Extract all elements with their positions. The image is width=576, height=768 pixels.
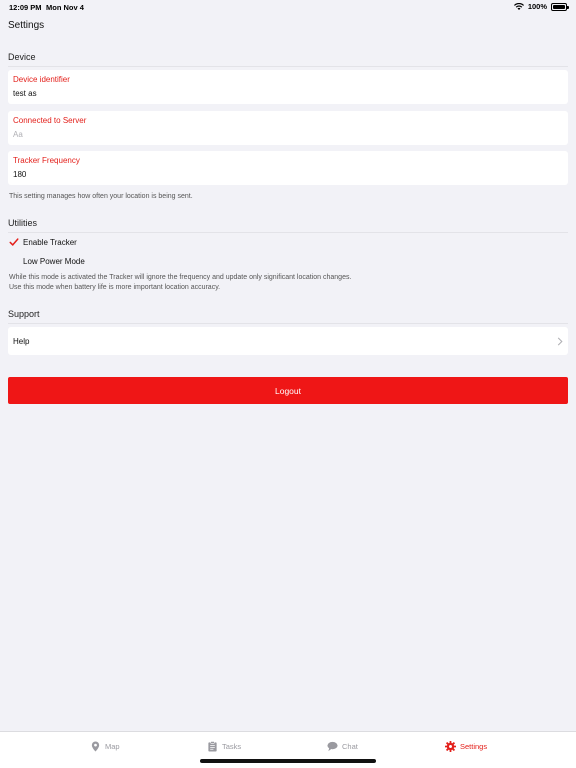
server-field[interactable]: Connected to Server [8, 111, 568, 145]
low-power-hint-line2: Use this mode when battery life is more … [9, 284, 221, 291]
section-header-support: Support [8, 309, 568, 324]
tab-settings-label: Settings [460, 742, 488, 751]
status-time: 12:09 PM [9, 3, 42, 12]
checkmark-icon [9, 238, 19, 246]
chevron-right-icon [557, 337, 563, 345]
tab-tasks[interactable]: Tasks [207, 741, 241, 752]
tab-map[interactable]: Map [90, 741, 120, 752]
help-row[interactable]: Help [8, 327, 568, 355]
low-power-hint: While this mode is activated the Tracker… [9, 273, 351, 293]
status-date: Mon Nov 4 [46, 3, 84, 12]
device-identifier-label: Device identifier [13, 75, 70, 84]
enable-tracker-row[interactable]: Enable Tracker [9, 237, 77, 247]
gear-icon [445, 741, 456, 752]
low-power-mode-row[interactable]: Low Power Mode [9, 256, 85, 266]
device-identifier-field[interactable]: Device identifier test as [8, 70, 568, 104]
page-title: Settings [8, 20, 45, 31]
tab-tasks-label: Tasks [222, 742, 242, 751]
tab-chat[interactable]: Chat [327, 741, 358, 752]
chat-bubble-icon [327, 741, 338, 752]
tracker-frequency-label: Tracker Frequency [13, 156, 80, 165]
wifi-icon [513, 2, 524, 10]
tab-settings[interactable]: Settings [445, 741, 487, 752]
server-input[interactable] [13, 130, 563, 139]
unchecked-placeholder [9, 256, 19, 266]
logout-button[interactable]: Logout [8, 377, 568, 404]
status-indicators: 100% [513, 2, 569, 11]
low-power-mode-label: Low Power Mode [23, 256, 85, 266]
device-identifier-value[interactable]: test as [13, 89, 563, 98]
home-indicator [200, 759, 376, 763]
server-label: Connected to Server [13, 116, 87, 125]
frequency-hint: This setting manages how often your loca… [9, 193, 193, 200]
status-bar: 12:09 PM Mon Nov 4 100% [0, 0, 576, 14]
low-power-hint-line1: While this mode is activated the Tracker… [9, 274, 352, 281]
tab-chat-label: Chat [342, 742, 358, 751]
tracker-frequency-value[interactable]: 180 [13, 170, 563, 179]
section-header-utilities: Utilities [8, 218, 568, 233]
clipboard-icon [208, 741, 217, 752]
enable-tracker-label: Enable Tracker [23, 237, 77, 247]
tab-map-label: Map [105, 742, 120, 751]
battery-icon [551, 2, 569, 11]
map-pin-icon [91, 741, 100, 752]
battery-percent: 100% [527, 2, 547, 11]
help-label: Help [13, 336, 30, 346]
section-header-device: Device [8, 52, 568, 67]
tracker-frequency-field[interactable]: Tracker Frequency 180 [8, 151, 568, 185]
